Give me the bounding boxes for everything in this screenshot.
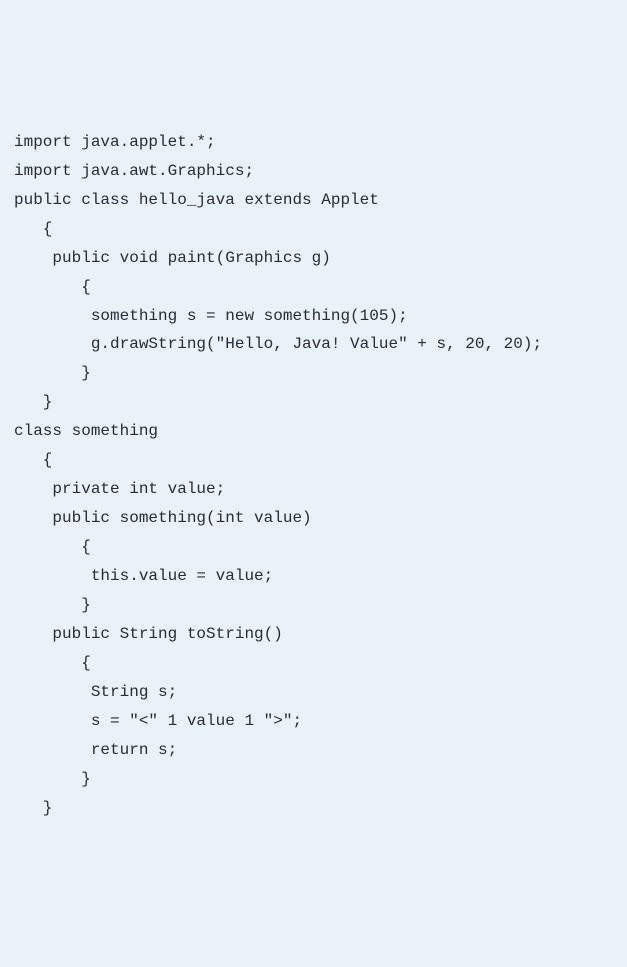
code-line: this.value = value; — [14, 562, 613, 591]
code-line: private int value; — [14, 475, 613, 504]
code-line: import java.applet.*; — [14, 128, 613, 157]
code-line: { — [14, 649, 613, 678]
code-line: public String toString() — [14, 620, 613, 649]
code-line: } — [14, 794, 613, 823]
code-line: } — [14, 359, 613, 388]
code-line: { — [14, 533, 613, 562]
code-line: return s; — [14, 736, 613, 765]
code-line: String s; — [14, 678, 613, 707]
code-line: class something — [14, 417, 613, 446]
code-line: public class hello_java extends Applet — [14, 186, 613, 215]
code-line: } — [14, 765, 613, 794]
code-line: g.drawString("Hello, Java! Value" + s, 2… — [14, 330, 613, 359]
code-line: { — [14, 273, 613, 302]
code-line: } — [14, 388, 613, 417]
code-line: public void paint(Graphics g) — [14, 244, 613, 273]
code-block: import java.applet.*;import java.awt.Gra… — [14, 128, 613, 823]
code-line: s = "<" 1 value 1 ">"; — [14, 707, 613, 736]
code-line: } — [14, 591, 613, 620]
code-line: { — [14, 446, 613, 475]
code-line: import java.awt.Graphics; — [14, 157, 613, 186]
code-line: { — [14, 215, 613, 244]
code-line: something s = new something(105); — [14, 302, 613, 331]
code-line: public something(int value) — [14, 504, 613, 533]
